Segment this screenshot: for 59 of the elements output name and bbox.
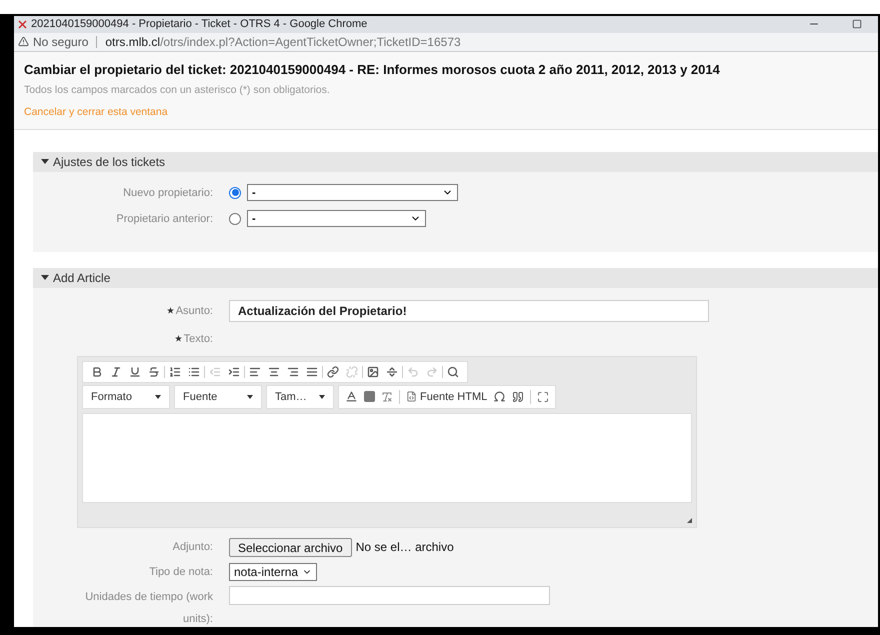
- text-color-icon[interactable]: [345, 390, 358, 404]
- remove-format-icon[interactable]: [381, 390, 393, 403]
- format-dropdown[interactable]: Fuente: [174, 384, 262, 409]
- maximize-icon[interactable]: [537, 390, 550, 403]
- field-label: Texto:: [184, 332, 213, 347]
- section-header[interactable]: Ajustes de los tickets: [33, 152, 878, 172]
- horizontal-rule-icon[interactable]: [386, 366, 398, 378]
- radio-button[interactable]: [229, 186, 241, 199]
- address-bar[interactable]: No seguro otrs.mlb.cl/otrs/index.pl?Action=AgentTicketOwner;TicketID=16573: [14, 32, 878, 52]
- image-icon[interactable]: [367, 366, 379, 378]
- warning-icon: [18, 36, 29, 47]
- link-icon[interactable]: [327, 366, 339, 378]
- subject-field[interactable]: Actualización del Propietario!: [229, 300, 709, 322]
- underline-icon[interactable]: [129, 366, 141, 378]
- collapse-triangle-icon: [41, 275, 49, 280]
- caret-icon: [247, 394, 253, 399]
- collapse-triangle-icon: [41, 159, 49, 164]
- align-center-icon[interactable]: [268, 366, 280, 378]
- bullet-list-icon[interactable]: [188, 366, 200, 378]
- owner-select[interactable]: -: [247, 184, 458, 202]
- url-text: otrs.mlb.cl/otrs/index.pl?Action=AgentTicketOwner;TicketID=16573: [105, 34, 461, 50]
- radio-button[interactable]: [229, 212, 241, 225]
- caret-icon: [155, 394, 161, 399]
- required-star-icon: [174, 335, 182, 342]
- quote-icon[interactable]: [512, 390, 524, 403]
- page-title: Cambiar el propietario del ticket: 2021040159000494 - RE: Informes morosos cuota 2 año 2011, 2012, 2013 y 2014: [24, 60, 721, 79]
- strikethrough-icon[interactable]: [148, 366, 160, 378]
- window-title: 2021040159000494 - Propietario - Ticket - OTRS 4 - Google Chrome: [31, 17, 368, 32]
- field-label: Asunto:: [176, 304, 213, 319]
- file-status: No se el… archivo: [356, 539, 454, 556]
- caret-icon: [319, 394, 325, 399]
- indent-icon[interactable]: [228, 366, 240, 378]
- omega-icon[interactable]: [493, 390, 506, 404]
- format-dropdown[interactable]: Formato: [82, 384, 170, 409]
- bold-icon[interactable]: [91, 366, 103, 378]
- favicon-icon: [18, 20, 27, 29]
- field-label: Adjunto:: [172, 540, 213, 556]
- maximize-icon[interactable]: [852, 19, 862, 30]
- file-code-icon: [406, 391, 417, 402]
- time-units-field[interactable]: [229, 586, 550, 605]
- align-right-icon[interactable]: [287, 366, 299, 378]
- format-dropdown[interactable]: Tam…: [266, 384, 334, 409]
- background-color-icon[interactable]: [364, 391, 375, 402]
- required-star-icon: [166, 307, 174, 314]
- justify-icon[interactable]: [306, 366, 318, 378]
- security-label: No seguro: [33, 34, 88, 50]
- align-left-icon[interactable]: [249, 366, 261, 378]
- required-note: Todos los campos marcados con un asterisco (*) son obligatorios.: [24, 83, 331, 98]
- field-label: Unidades de tiempo (work units):: [85, 590, 213, 625]
- field-label: Propietario anterior:: [116, 212, 213, 227]
- section-header[interactable]: Add Article: [33, 268, 878, 288]
- note-type-select[interactable]: nota-interna: [229, 562, 318, 581]
- owner-select[interactable]: -: [247, 210, 426, 228]
- italic-icon[interactable]: [110, 366, 122, 378]
- numbered-list-icon[interactable]: [169, 366, 181, 378]
- field-label: Nuevo propietario:: [123, 186, 213, 201]
- search-icon[interactable]: [447, 366, 459, 378]
- field-label: Tipo de nota:: [149, 564, 213, 580]
- choose-file-button[interactable]: Seleccionar archivo: [229, 538, 352, 557]
